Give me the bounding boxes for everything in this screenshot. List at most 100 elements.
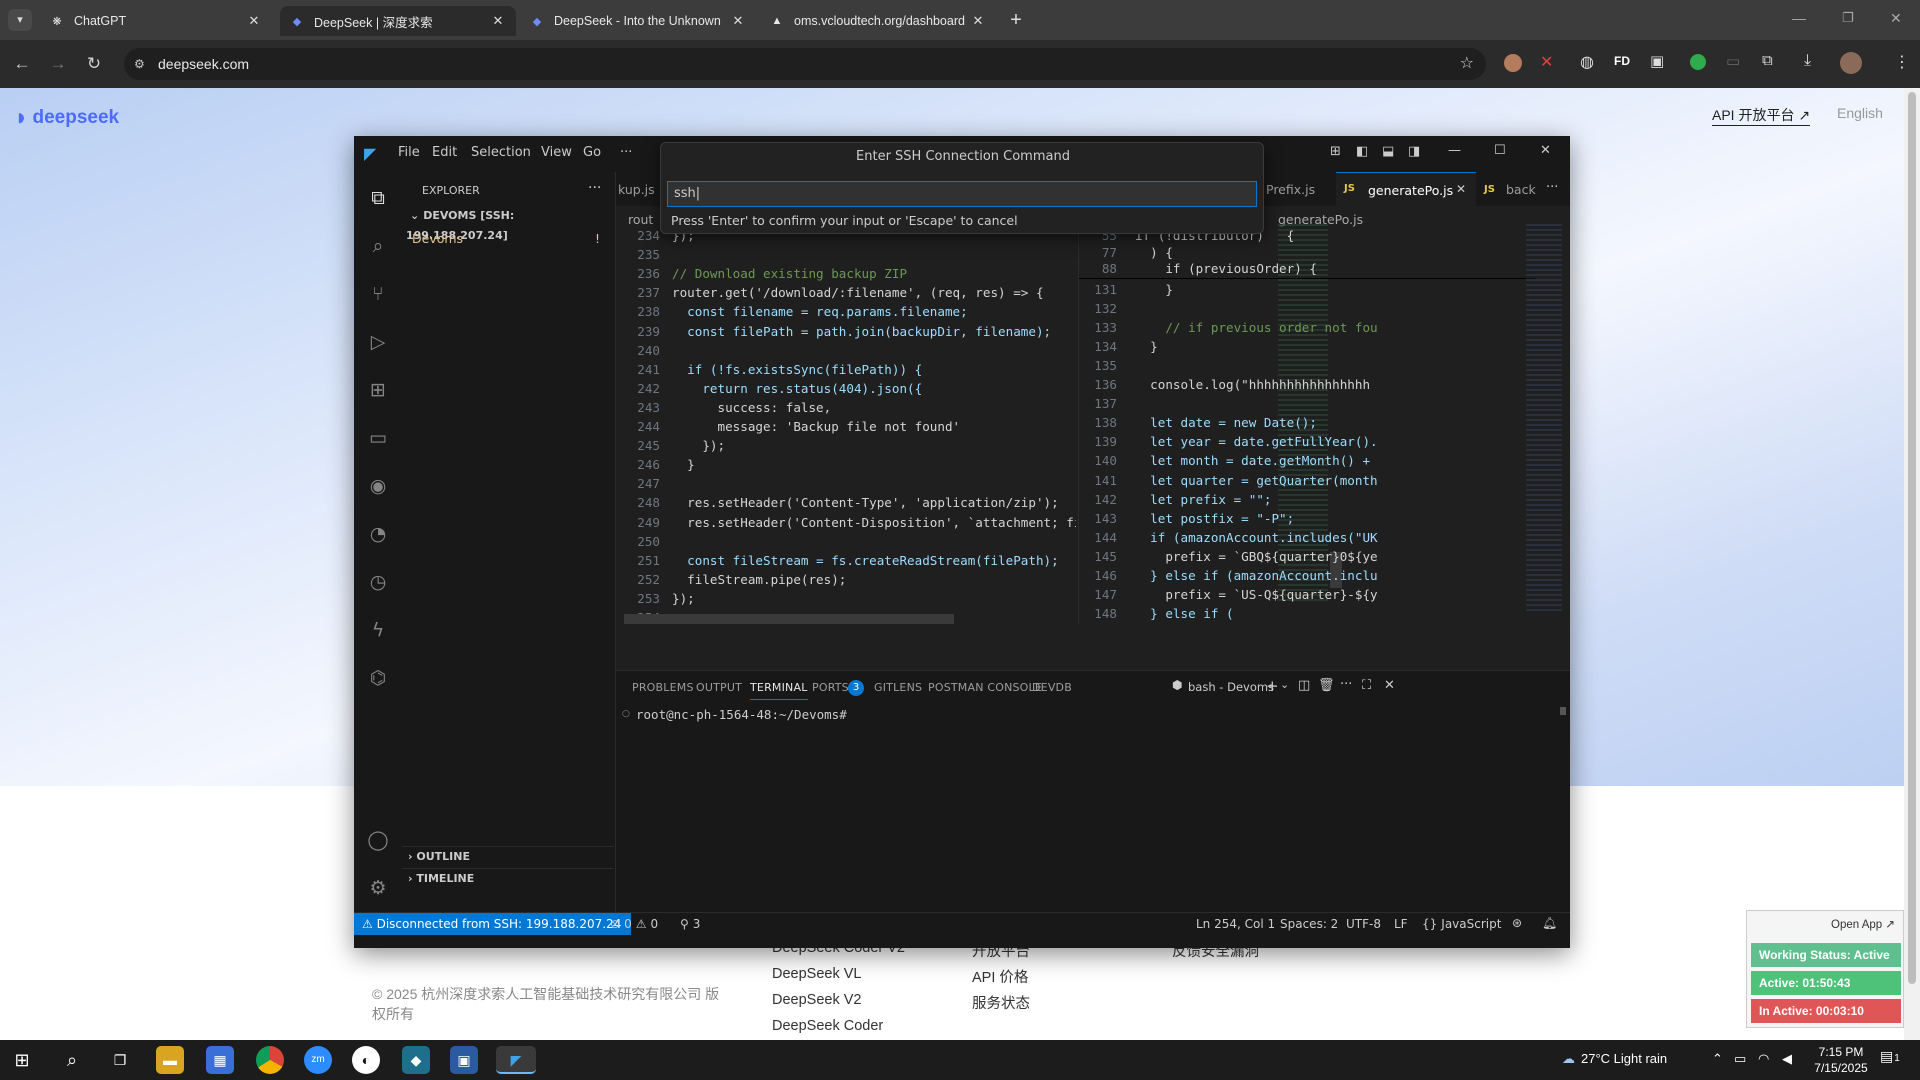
- accounts-icon[interactable]: ◯: [366, 828, 390, 852]
- code-line[interactable]: success: false,: [672, 398, 831, 417]
- close-red-extension-icon[interactable]: ✕: [1540, 52, 1553, 72]
- horizontal-scrollbar[interactable]: [624, 614, 954, 624]
- chevron-up-icon[interactable]: ⌃: [1712, 1051, 1723, 1067]
- vscode-maximize-icon[interactable]: ☐: [1494, 143, 1506, 158]
- code-line[interactable]: return res.status(404).json({: [672, 379, 922, 398]
- file-explorer-icon[interactable]: ▬: [156, 1046, 184, 1074]
- panel-tab-postman-console[interactable]: POSTMAN CONSOLE: [928, 681, 1042, 694]
- terminal-name[interactable]: bash - Devoms: [1188, 680, 1274, 694]
- zoom-icon[interactable]: zm: [304, 1046, 332, 1074]
- encoding-status[interactable]: UTF-8: [1346, 917, 1381, 931]
- footer-link[interactable]: DeepSeek V2: [772, 992, 861, 1008]
- screen-extension-icon[interactable]: ▭: [1726, 52, 1740, 70]
- code-line[interactable]: const filePath = path.join(backupDir, fi…: [672, 322, 1051, 341]
- close-tab-icon[interactable]: ✕: [730, 13, 746, 29]
- back-icon[interactable]: ←: [10, 52, 34, 76]
- restore-window-icon[interactable]: ❐: [1842, 10, 1854, 26]
- close-panel-icon[interactable]: ✕: [1384, 678, 1395, 693]
- code-line[interactable]: let year = date.getFullYear().: [1135, 432, 1377, 451]
- timeline-section[interactable]: › TIMELINE: [402, 868, 614, 888]
- site-info-icon[interactable]: ⚙: [134, 48, 145, 80]
- terminal-scrollbar[interactable]: [1560, 707, 1566, 715]
- eol-status[interactable]: LF: [1394, 917, 1408, 931]
- remote-desktop-icon[interactable]: ▣: [450, 1046, 478, 1074]
- task-view-icon[interactable]: ❐: [106, 1046, 134, 1074]
- language-link[interactable]: English: [1837, 105, 1883, 121]
- notification-center-icon[interactable]: ▤1: [1880, 1048, 1900, 1065]
- code-line[interactable]: });: [672, 589, 695, 608]
- panel-more-icon[interactable]: ···: [1340, 677, 1352, 692]
- gitlens-icon[interactable]: ◉: [366, 474, 390, 498]
- source-control-icon[interactable]: ⑂: [366, 282, 390, 306]
- code-pane-left[interactable]: 234}); 235 236 // Download existing backup …: [616, 226, 1076, 624]
- workspace-root[interactable]: ⌄ DEVOMS [SSH: 199.188.207.24]: [406, 206, 612, 242]
- forward-icon[interactable]: →: [46, 52, 70, 76]
- customize-layout-icon[interactable]: ⊞: [1330, 144, 1341, 159]
- search-icon[interactable]: ⌕: [366, 234, 390, 258]
- panel-tab-devdb[interactable]: DEVDB: [1032, 681, 1072, 694]
- close-window-icon[interactable]: ✕: [1890, 10, 1902, 27]
- code-line[interactable]: res.setHeader('Content-Type', 'applicati…: [672, 493, 1059, 512]
- panel-tab-ports[interactable]: PORTS: [812, 681, 849, 694]
- copilot-icon[interactable]: ⊛: [1512, 916, 1522, 930]
- puzzle-extensions-icon[interactable]: ⧉: [1762, 52, 1773, 69]
- microsoft-store-icon[interactable]: ▦: [206, 1046, 234, 1074]
- code-line[interactable]: router.get('/download/:filename', (req, …: [672, 283, 1044, 302]
- page-scrollbar-thumb[interactable]: [1908, 92, 1916, 984]
- remote-explorer-icon[interactable]: ▭: [366, 426, 390, 450]
- settings-gear-icon[interactable]: ⚙: [366, 876, 390, 900]
- extensions-icon[interactable]: ⊞: [366, 378, 390, 402]
- extension-icon[interactable]: [1504, 54, 1522, 72]
- panel-tab-problems[interactable]: PROBLEMS: [632, 681, 694, 694]
- browser-tab-oms-dashboard[interactable]: ▲ oms.vcloudtech.org/dashboard ✕: [760, 6, 996, 36]
- code-pane-right[interactable]: 55 if (!distributor) {77 ) {88 if (previo…: [1078, 226, 1536, 624]
- weather-widget[interactable]: ☁ 27°C Light rain: [1562, 1051, 1667, 1067]
- menu-selection[interactable]: Selection: [471, 145, 531, 160]
- vscode-taskbar-icon[interactable]: ◤: [496, 1046, 536, 1074]
- reload-icon[interactable]: ↻: [82, 52, 106, 76]
- postman-icon[interactable]: ◔: [366, 522, 390, 546]
- code-line[interactable]: prefix = `US-Q${quarter}-${y: [1135, 585, 1377, 604]
- speaker-muted-icon[interactable]: ◀: [1782, 1051, 1792, 1067]
- panel-tab-output[interactable]: OUTPUT: [696, 681, 742, 694]
- code-line[interactable]: });: [672, 436, 725, 455]
- code-line[interactable]: }: [1135, 280, 1173, 299]
- editor-more-icon[interactable]: ···: [1546, 180, 1558, 195]
- code-line[interactable]: fileStream.pipe(res);: [672, 570, 846, 589]
- minimap-right[interactable]: [1526, 224, 1562, 614]
- terminal-prompt[interactable]: root@nc-ph-1564-48:~/Devoms#: [636, 707, 847, 722]
- code-line[interactable]: let quarter = getQuarter(month: [1135, 471, 1377, 490]
- battery-icon[interactable]: ▭: [1734, 1051, 1746, 1067]
- footer-link[interactable]: DeepSeek Coder: [772, 1018, 883, 1034]
- close-tab-icon[interactable]: ✕: [1456, 182, 1466, 196]
- sticky-code-line[interactable]: if (previousOrder) {: [1135, 259, 1317, 278]
- chevron-down-icon[interactable]: ⌄: [1280, 678, 1289, 691]
- footer-link[interactable]: 服务状态: [972, 992, 1030, 1013]
- browser-menu-icon[interactable]: ⋮: [1894, 52, 1910, 72]
- ports-status[interactable]: ⚲ 3: [680, 917, 700, 931]
- menu-go[interactable]: Go: [583, 145, 601, 160]
- clock[interactable]: 7:15 PM 7/15/2025: [1810, 1044, 1872, 1076]
- toggle-sidebar-icon[interactable]: ◧: [1356, 144, 1368, 159]
- code-line[interactable]: }: [1135, 337, 1158, 356]
- kill-terminal-icon[interactable]: 🗑︎: [1318, 678, 1335, 693]
- code-line[interactable]: const fileStream = fs.createReadStream(f…: [672, 551, 1059, 570]
- fd-extension-icon[interactable]: FD: [1614, 54, 1630, 68]
- code-line[interactable]: // if previous order not fou: [1135, 318, 1377, 337]
- editor-tab[interactable]: Prefix.js: [1266, 182, 1315, 197]
- new-terminal-icon[interactable]: +: [1266, 677, 1279, 695]
- menu-view[interactable]: View: [541, 145, 572, 160]
- code-line[interactable]: } else if (amazonAccount.inclu: [1135, 566, 1377, 585]
- code-line[interactable]: let month = date.getMonth() +: [1135, 451, 1370, 470]
- footer-link[interactable]: API 价格: [972, 966, 1028, 987]
- deepseek-logo[interactable]: ◗ deepseek: [14, 104, 119, 132]
- code-line[interactable]: if (amazonAccount.includes("UK: [1135, 528, 1377, 547]
- explorer-icon[interactable]: ⧉: [366, 186, 390, 210]
- folder-item-devoms[interactable]: Devoms !: [402, 228, 614, 250]
- explorer-more-icon[interactable]: ···: [588, 180, 601, 196]
- language-status[interactable]: {} JavaScript: [1422, 917, 1501, 931]
- browser-tab-deepseek[interactable]: ◆ DeepSeek | 深度求索 ✕: [280, 6, 516, 36]
- code-line[interactable]: prefix = `GBQ${quarter}0${ye: [1135, 547, 1377, 566]
- code-line[interactable]: const filename = req.params.filename;: [672, 302, 968, 321]
- api-platform-link[interactable]: API 开放平台 ↗: [1712, 105, 1811, 126]
